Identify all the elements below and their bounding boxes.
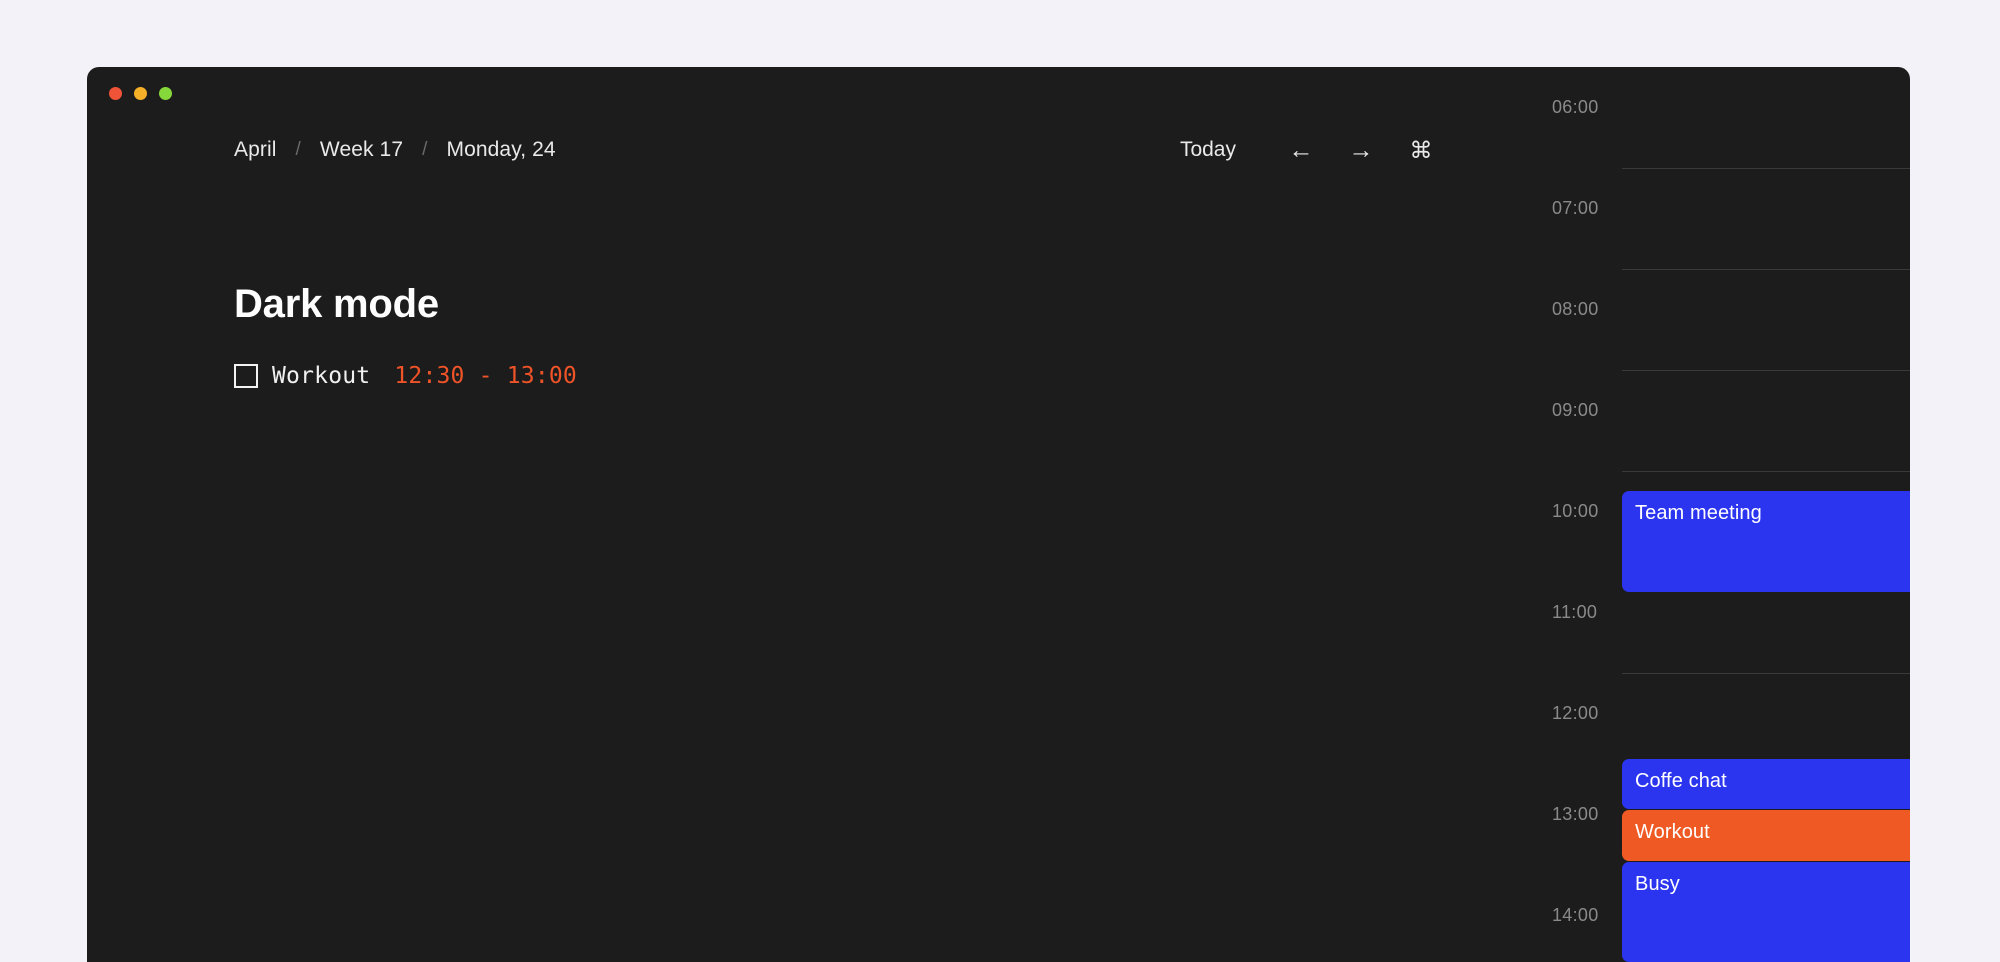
navigation-controls: Today ← → ⌘ bbox=[1180, 133, 1438, 167]
hour-gridline bbox=[1622, 673, 1910, 674]
hour-gridline bbox=[1622, 370, 1910, 371]
hour-row: 06:00 bbox=[1470, 67, 1910, 168]
hour-gridline bbox=[1622, 471, 1910, 472]
hour-row: 08:00 bbox=[1470, 269, 1910, 370]
hour-row: 07:00 bbox=[1470, 168, 1910, 269]
hour-label: 12:00 bbox=[1552, 703, 1599, 723]
calendar-event[interactable]: Coffe chat bbox=[1622, 759, 1910, 809]
hour-gridline bbox=[1622, 168, 1910, 169]
command-icon[interactable]: ⌘ bbox=[1404, 133, 1438, 167]
page-title: Dark mode bbox=[234, 282, 439, 326]
hour-label: 08:00 bbox=[1552, 299, 1599, 319]
hour-gridline bbox=[1622, 269, 1910, 270]
app-root: April / Week 17 / Monday, 24 Today ← → ⌘… bbox=[0, 0, 2000, 962]
app-window: April / Week 17 / Monday, 24 Today ← → ⌘… bbox=[87, 67, 1910, 962]
calendar-timeline[interactable]: 06:00 07:00 08:00 09:00 10:00 11:00 12:00 13:00… bbox=[1470, 67, 1910, 962]
calendar-event[interactable]: Workout bbox=[1622, 810, 1910, 861]
hour-label: 07:00 bbox=[1552, 198, 1599, 218]
calendar-event[interactable]: Busy bbox=[1622, 862, 1910, 962]
previous-day-arrow-icon[interactable]: ← bbox=[1284, 133, 1318, 167]
breadcrumb-separator: / bbox=[295, 139, 301, 160]
hour-label: 11:00 bbox=[1552, 602, 1598, 622]
hour-label: 06:00 bbox=[1552, 97, 1599, 117]
breadcrumb-separator: / bbox=[422, 139, 428, 160]
next-day-arrow-icon[interactable]: → bbox=[1344, 133, 1378, 167]
breadcrumb-item-day[interactable]: Monday, 24 bbox=[447, 138, 556, 162]
breadcrumb-item-week[interactable]: Week 17 bbox=[320, 138, 403, 162]
breadcrumb: April / Week 17 / Monday, 24 bbox=[234, 138, 556, 162]
left-pane: April / Week 17 / Monday, 24 Today ← → ⌘… bbox=[87, 67, 1470, 962]
hour-label: 10:00 bbox=[1552, 501, 1599, 521]
task-row: Workout 12:30 - 13:00 bbox=[234, 363, 577, 389]
breadcrumb-item-month[interactable]: April bbox=[234, 138, 277, 162]
topbar: April / Week 17 / Monday, 24 Today ← → ⌘ bbox=[234, 133, 1438, 167]
today-button[interactable]: Today bbox=[1180, 138, 1236, 162]
hour-label: 14:00 bbox=[1552, 905, 1599, 925]
task-checkbox[interactable] bbox=[234, 364, 258, 388]
calendar-event[interactable]: Team meeting bbox=[1622, 491, 1910, 592]
hour-label: 09:00 bbox=[1552, 400, 1599, 420]
task-name: Workout bbox=[272, 363, 371, 389]
task-time-range: 12:30 - 13:00 bbox=[394, 363, 577, 389]
hour-row: 09:00 bbox=[1470, 370, 1910, 471]
hour-label: 13:00 bbox=[1552, 804, 1599, 824]
